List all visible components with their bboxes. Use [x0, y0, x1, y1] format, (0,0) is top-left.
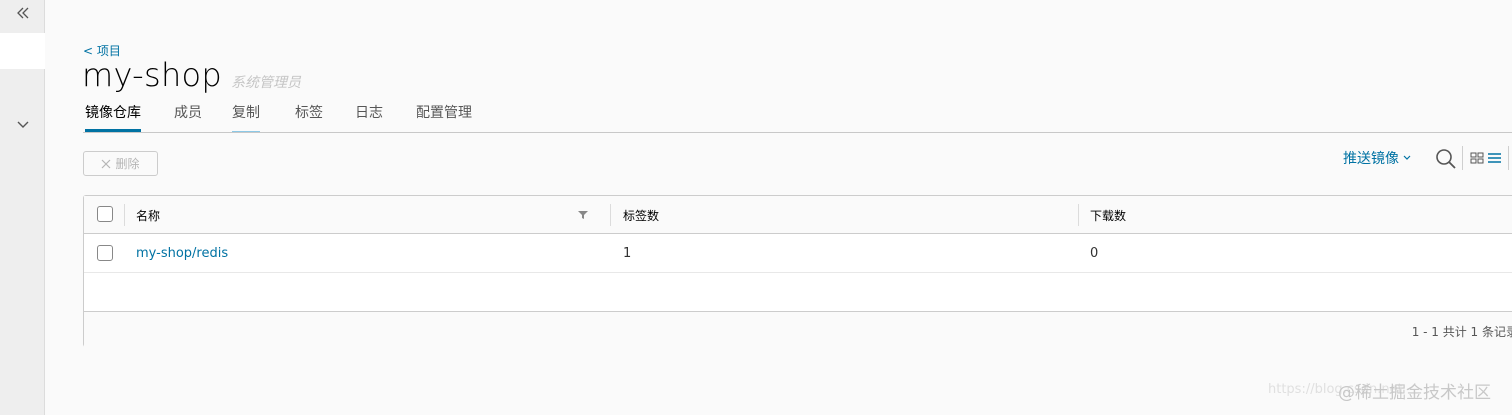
toolbar-divider-right [1508, 146, 1509, 170]
tab-replication[interactable]: 复制 [232, 100, 260, 132]
repository-name-link[interactable]: my-shop/redis [136, 246, 228, 261]
filter-icon[interactable] [578, 210, 588, 220]
watermark: @稀土掘金技术社区 [1338, 383, 1491, 403]
pull-count: 0 [1090, 246, 1099, 261]
datagrid-header: 名称 标签数 下载数 [84, 196, 1512, 234]
select-all-checkbox[interactable] [97, 206, 113, 222]
datagrid-footer: 1 - 1 共计 1 条记录 [84, 311, 1512, 347]
push-image-button[interactable]: 推送镜像 [1343, 148, 1411, 168]
app-root: < 项目 my-shop 系统管理员 镜像仓库 成员 复制 标签 日志 配置管理… [0, 0, 1512, 415]
column-separator[interactable] [610, 204, 611, 226]
tab-repositories[interactable]: 镜像仓库 [85, 100, 141, 132]
search-icon[interactable] [1435, 148, 1457, 170]
column-separator[interactable] [1078, 204, 1079, 226]
tab-members[interactable]: 成员 [174, 100, 202, 132]
nav-selected-item[interactable] [0, 33, 45, 69]
pagination-summary: 1 - 1 共计 1 条记录 [1411, 325, 1512, 339]
column-header-tags[interactable]: 标签数 [623, 207, 659, 224]
row-checkbox[interactable] [97, 245, 113, 261]
card-view-icon[interactable] [1470, 151, 1502, 165]
double-chevron-left-icon [16, 7, 28, 19]
collapse-nav-button[interactable] [0, 0, 45, 26]
tag-count: 1 [623, 246, 632, 261]
nav-expand-button[interactable] [0, 113, 45, 137]
tab-configuration[interactable]: 配置管理 [416, 100, 472, 132]
left-nav-rail [0, 0, 45, 415]
project-tabs: 镜像仓库 成员 复制 标签 日志 配置管理 [83, 100, 1512, 133]
repository-datagrid: 名称 标签数 下载数 my-shop/redis 1 0 1 - 1 共计 1 … [83, 195, 1512, 347]
toolbar-divider [1462, 146, 1463, 170]
chevron-down-icon [17, 121, 28, 128]
tab-labels[interactable]: 标签 [295, 100, 323, 132]
column-header-pulls[interactable]: 下载数 [1090, 207, 1126, 224]
delete-button[interactable]: 删除 [83, 151, 158, 176]
table-row: my-shop/redis 1 0 [84, 234, 1512, 273]
push-image-label: 推送镜像 [1343, 151, 1399, 167]
page-title: my-shop [82, 56, 223, 94]
close-icon [102, 159, 111, 168]
caret-down-icon [1403, 155, 1411, 160]
delete-button-label: 删除 [115, 157, 140, 171]
column-separator [124, 204, 125, 226]
tab-logs[interactable]: 日志 [355, 100, 383, 132]
column-header-name[interactable]: 名称 [136, 207, 160, 224]
role-label: 系统管理员 [231, 75, 301, 91]
